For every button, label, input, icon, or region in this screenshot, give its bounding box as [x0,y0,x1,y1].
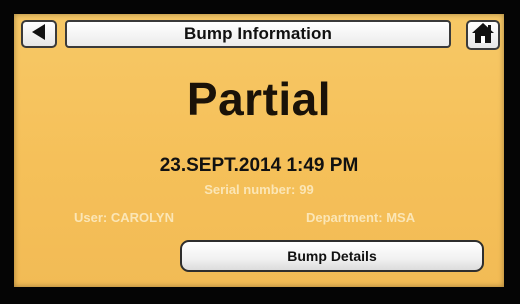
department-info: Department: MSA [306,210,415,225]
serial-number: Serial number: 99 [14,182,504,197]
display-screen: Bump Information Partial 23.SEPT.2014 1:… [14,14,504,287]
user-info: User: CAROLYN [74,210,174,225]
home-icon [471,22,495,49]
home-button[interactable] [466,20,500,50]
bump-result: Partial [186,73,332,125]
header-bar: Bump Information [14,14,504,52]
bump-details-button[interactable]: Bump Details [180,240,484,272]
page-title: Bump Information [65,20,451,48]
serial-value: 99 [299,182,314,197]
left-arrow-icon [31,23,47,46]
user-label: User: [74,210,108,225]
department-value: MSA [386,210,416,225]
user-value: CAROLYN [110,210,174,225]
serial-label: Serial number: [204,182,296,197]
department-label: Department: [306,210,383,225]
bump-datetime: 23.SEPT.2014 1:49 PM [159,155,359,176]
back-button[interactable] [21,20,57,48]
